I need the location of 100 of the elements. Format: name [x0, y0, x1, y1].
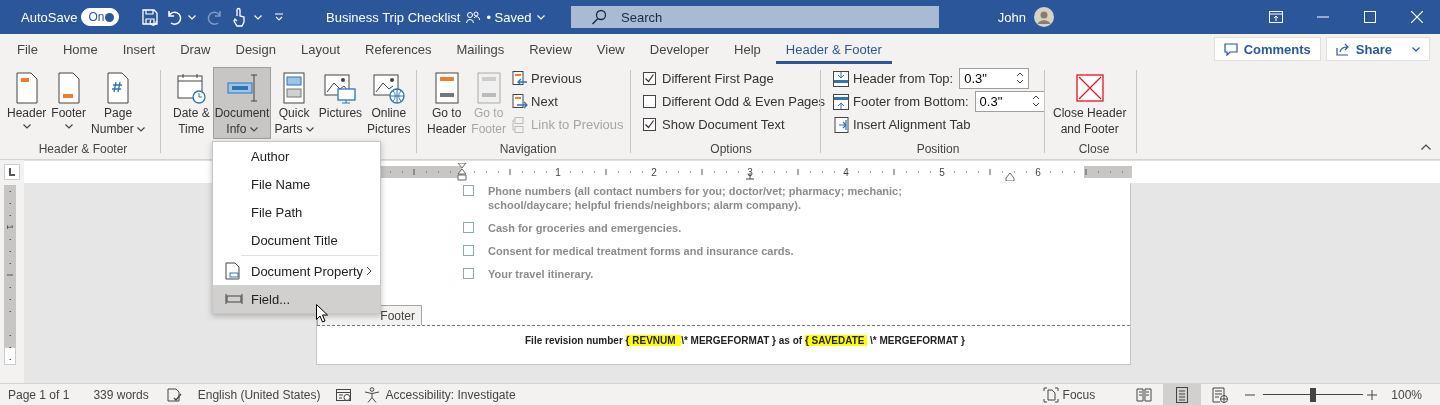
ribbon-tab[interactable]: File [7, 34, 48, 64]
ribbon-button[interactable]: Insert Alignment Tab [833, 113, 1045, 136]
ribbon-tab[interactable]: Insert [112, 34, 166, 64]
ribbon-tab[interactable]: Home [52, 34, 108, 64]
ribbon-tab[interactable]: References [355, 34, 442, 64]
checkbox[interactable] [463, 222, 474, 233]
document-property-icon [225, 262, 241, 280]
ruler-margin [4, 347, 16, 365]
avatar[interactable] [1034, 7, 1054, 27]
ribbon-tab[interactable]: Help [724, 34, 771, 64]
ribbon-button[interactable]: Header [5, 67, 49, 139]
group-label: Header & Footer [38, 142, 128, 158]
next-icon [512, 93, 529, 110]
header-from-top-icon [833, 70, 849, 87]
spin-arrows-icon[interactable] [1031, 94, 1040, 108]
autosave-toggle[interactable]: On [81, 8, 120, 26]
macro-recording-icon[interactable] [335, 386, 352, 403]
print-layout-icon [1174, 386, 1191, 403]
dropdown-caret-icon[interactable] [305, 126, 314, 132]
save-icon[interactable] [141, 8, 160, 26]
ribbon-button[interactable]: Pictures [316, 67, 365, 139]
print-view-button[interactable] [1163, 384, 1202, 405]
spin-arrows-icon[interactable] [1016, 71, 1025, 85]
ribbon-button[interactable]: Page Number [89, 67, 148, 139]
slider-thumb[interactable] [1310, 387, 1317, 402]
checkbox[interactable] [463, 268, 474, 279]
ribbon-button[interactable]: Next [511, 90, 625, 113]
save-status[interactable]: • Saved [486, 9, 532, 25]
ribbon-tab[interactable]: Mailings [446, 34, 515, 64]
checkbox[interactable] [643, 95, 656, 108]
menu-item[interactable]: Field... [213, 285, 380, 313]
group-label: Position [916, 142, 960, 158]
close-icon [1410, 11, 1423, 23]
zoom-in-icon[interactable] [1367, 389, 1378, 400]
ruler-number: 4 [843, 167, 849, 178]
ribbon-tab[interactable]: Layout [290, 34, 350, 64]
ribbon-tab[interactable]: View [586, 34, 635, 64]
ribbon-button[interactable]: Date & Time [171, 67, 212, 139]
autosave-label: AutoSave [21, 9, 78, 25]
checkbox[interactable] [643, 72, 656, 85]
field-icon [225, 294, 243, 304]
menu-item[interactable]: Document Property [213, 257, 380, 285]
dropdown-caret-icon[interactable] [249, 126, 258, 132]
search-field[interactable]: Search [571, 6, 939, 28]
spin-field[interactable]: 0.3" [974, 91, 1045, 112]
ribbon-tab[interactable]: Developer [639, 34, 720, 64]
checklist-text: Consent for medical treatment forms and insurance cards. [488, 244, 795, 258]
page-count[interactable]: Page 1 of 1 [8, 387, 70, 402]
search-icon [591, 9, 607, 25]
maximize-icon [1363, 11, 1376, 23]
accessibility-button[interactable]: Accessibility: Investigate [363, 384, 516, 405]
ribbon-button[interactable]: Online Pictures [365, 67, 413, 139]
checklist-text: Phone numbers (all contact numbers for you; doctor/vet; pharmacy; mechanic; school/daycare; helpful friends/neighbors; alarm company). [488, 184, 903, 212]
spin-field[interactable]: 0.3" [959, 68, 1030, 89]
footer-from-bottom-icon [833, 93, 849, 110]
right-indent-marker[interactable] [1005, 172, 1015, 181]
checklist-text: Your travel itinerary. [488, 267, 595, 281]
undo-icon[interactable] [165, 8, 184, 26]
ribbon-tab[interactable]: Review [519, 34, 582, 64]
ribbon-tab[interactable]: Draw [170, 34, 221, 64]
dropdown-caret-icon[interactable] [22, 123, 31, 129]
document-field-icon [226, 72, 259, 104]
proofing-icon[interactable] [166, 386, 183, 403]
ruler-number: 5 [939, 167, 945, 178]
checkbox-label: Different First Page [662, 71, 774, 86]
dropdown-caret-icon[interactable] [137, 126, 146, 132]
previous-icon [512, 70, 529, 87]
document-title: Business Trip Checklist [326, 9, 461, 25]
zoom-level[interactable]: 100% [1391, 387, 1422, 402]
focus-icon [1042, 386, 1059, 403]
menu-item[interactable]: Document Title [213, 226, 380, 254]
group-label: Options [710, 142, 752, 158]
word-count[interactable]: 339 words [93, 387, 149, 402]
ribbon-button[interactable]: Previous [511, 67, 625, 90]
checkbox[interactable] [463, 185, 474, 196]
group-label: Close [1078, 142, 1110, 158]
ruler-number: 6 [1035, 167, 1041, 178]
dropdown-caret-icon[interactable] [64, 123, 73, 129]
language-status[interactable]: English (United States) [197, 387, 321, 402]
minimize-icon [1316, 16, 1329, 18]
group-label: Navigation [499, 142, 557, 158]
menu-item[interactable]: File Path [213, 198, 380, 226]
checkbox-label: Different Odd & Even Pages [662, 94, 826, 109]
checkbox[interactable] [643, 118, 656, 131]
ribbon-button[interactable]: Footer [49, 67, 89, 139]
indent-marker[interactable] [457, 163, 467, 181]
ribbon-button[interactable]: Go to Header [425, 67, 469, 139]
touch-mode-icon[interactable] [231, 7, 248, 27]
ribbon-button[interactable]: Quick Parts [272, 67, 316, 139]
tab-selector-icon[interactable] [4, 163, 20, 180]
web-layout-icon [1212, 386, 1229, 403]
ribbon-tab[interactable]: Design [225, 34, 286, 64]
close-header-footer-icon [1073, 72, 1106, 104]
customize-toolbar-icon[interactable] [274, 13, 285, 21]
ruler-number: 2 [651, 167, 657, 178]
focus-button[interactable]: Focus [1042, 384, 1096, 405]
ribbon-button[interactable]: Document Info [212, 67, 272, 139]
collapse-ribbon-icon[interactable] [1421, 144, 1431, 150]
ribbon-button[interactable]: Close Header and Footer [1051, 67, 1129, 139]
checkbox[interactable] [463, 245, 474, 256]
